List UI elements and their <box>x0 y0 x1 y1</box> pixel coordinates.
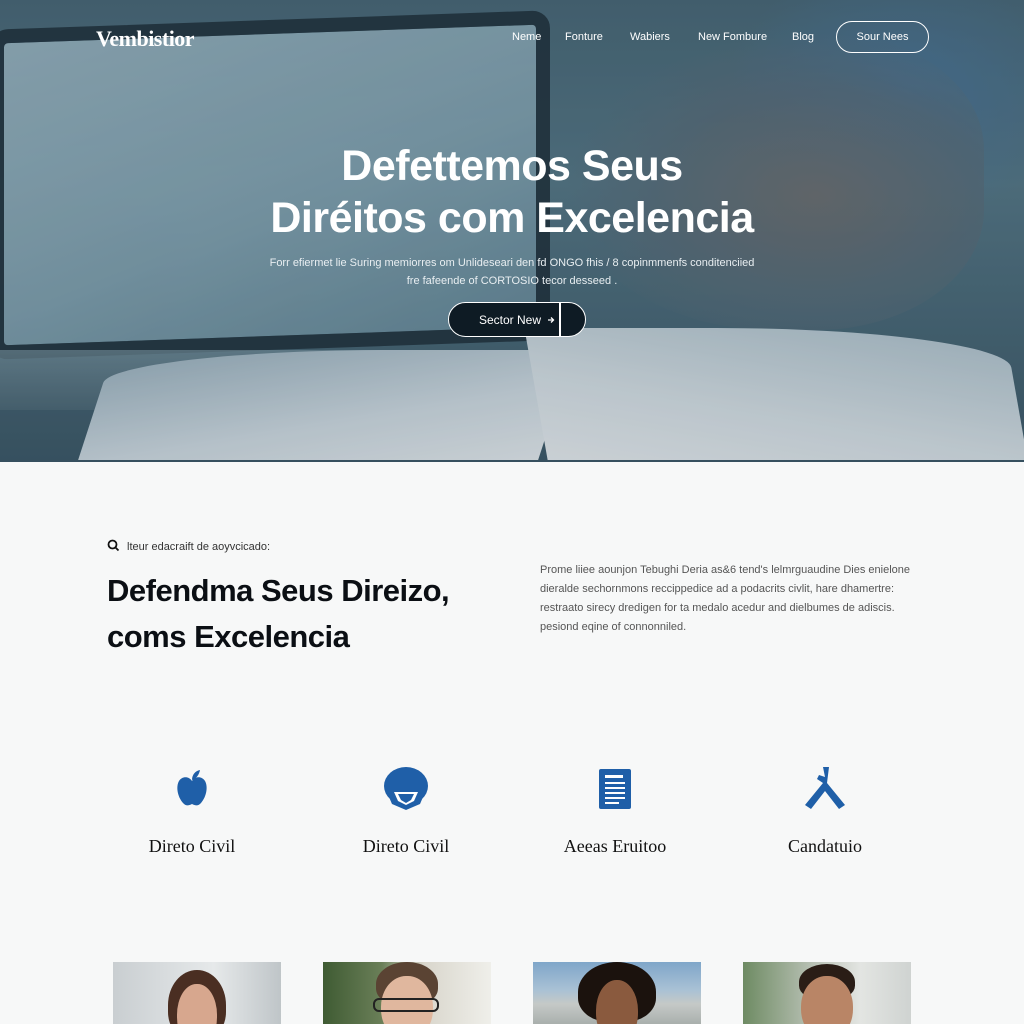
team-photo-4[interactable] <box>743 962 911 1024</box>
hero-cta-button[interactable]: Sector New <box>448 302 586 337</box>
top-navigation: Vembistior Neme Fonture Wabiers New Fomb… <box>0 0 1024 76</box>
team-photo-2[interactable] <box>323 962 491 1024</box>
service-label: Aeeas Eruitoo <box>563 836 667 856</box>
hero-title-line-2: Diréitos com Excelencia <box>270 194 754 242</box>
nav-link-new-fombure[interactable]: New Fombure <box>698 31 767 43</box>
shield-icon <box>306 764 506 814</box>
nav-link-wabiers[interactable]: Wabiers <box>630 31 670 43</box>
hero-cta-label: Sector New <box>478 312 542 327</box>
intro-kicker-text: lteur edacraift de aoyvcicado: <box>127 541 271 553</box>
intro-title-line-1: Defendma Seus Direizo, <box>107 573 450 608</box>
button-divider <box>559 303 561 336</box>
nav-link-fonture[interactable]: Fonture <box>565 31 603 43</box>
hero-title-line-1: Defettemos Seus <box>341 142 683 190</box>
search-icon <box>107 539 120 555</box>
team-photo-3[interactable] <box>533 962 701 1024</box>
hero-title: Defettemos Seus Diréitos com Excelencia <box>170 140 854 244</box>
team-photo-1[interactable] <box>113 962 281 1024</box>
arrow-right-icon <box>547 313 555 327</box>
apple-icon <box>92 764 292 814</box>
intro-paragraph: Prome liiee aounjon Tebughi Deria as&6 t… <box>540 561 930 637</box>
service-label: Direto Civil <box>362 836 450 856</box>
intro-paragraph-line: pesiond eqine of connonniled. <box>540 621 687 633</box>
service-card-direto-civil-2[interactable]: Direto Civil <box>306 764 506 857</box>
nav-link-blog[interactable]: Blog <box>792 31 814 43</box>
intro-paragraph-line: dieralde sechornmons reccippedice ad a p… <box>540 583 895 595</box>
figure-icon <box>725 764 925 814</box>
hero-subtitle: Forr efiermet lie Suring memiorres om Un… <box>262 254 762 290</box>
hero-section: Vembistior Neme Fonture Wabiers New Fomb… <box>0 0 1024 462</box>
glasses-icon <box>373 998 439 1012</box>
service-label: Candatuio <box>788 836 862 856</box>
service-card-aeeas-eruitoo[interactable]: Aeeas Eruitoo <box>515 764 715 857</box>
intro-paragraph-line: restraato sirecy dredigen for ta medalo … <box>540 602 895 614</box>
service-card-candatuio[interactable]: Candatuio <box>725 764 925 857</box>
document-icon <box>515 764 715 814</box>
hero-subtitle-line-2: fre fafeende of CORTOSIO tecor desseed . <box>406 275 618 287</box>
hero-subtitle-line-1: Forr efiermet lie Suring memiorres om Un… <box>269 257 755 269</box>
service-card-direto-civil[interactable]: Direto Civil <box>92 764 292 857</box>
intro-paragraph-line: Prome liiee aounjon Tebughi Deria as&6 t… <box>540 564 911 576</box>
nav-link-home[interactable]: Neme <box>512 31 541 43</box>
intro-title: Defendma Seus Direizo, coms Excelencia <box>107 568 527 660</box>
nav-cta-button[interactable]: Sour Nees <box>836 21 929 53</box>
service-label: Direto Civil <box>148 836 236 856</box>
intro-title-line-2: coms Excelencia <box>107 619 350 654</box>
site-logo[interactable]: Vembistior <box>96 26 195 52</box>
intro-kicker: lteur edacraift de aoyvcicado: <box>107 539 270 555</box>
